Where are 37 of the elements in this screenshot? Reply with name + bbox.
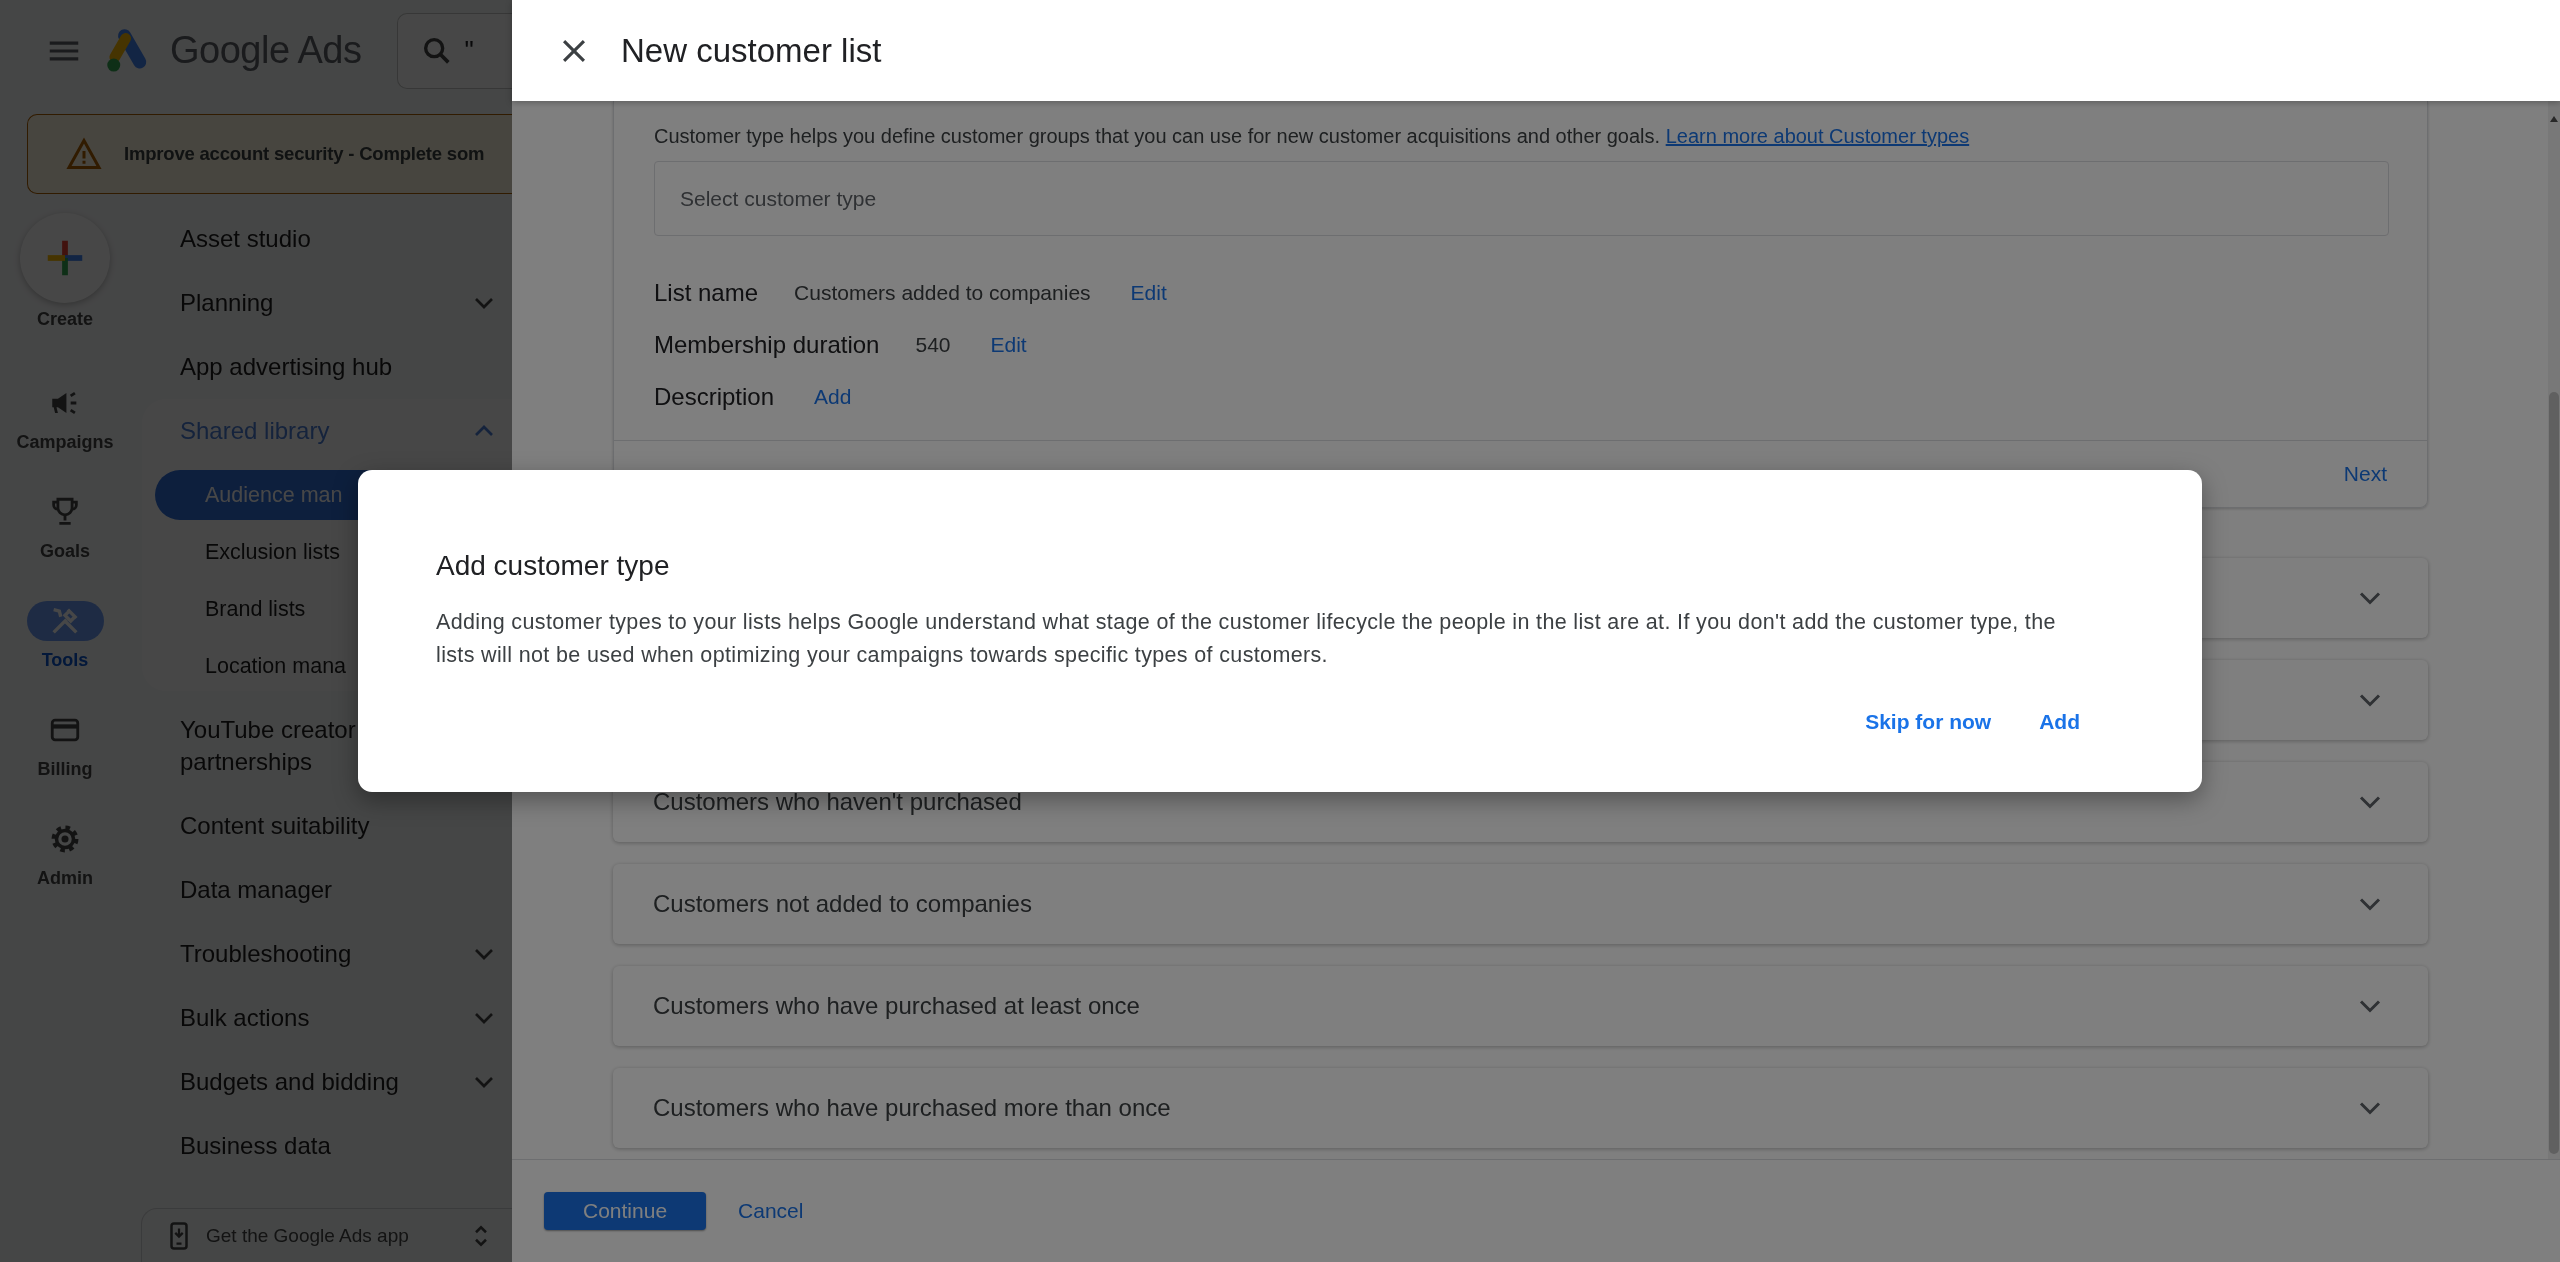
rail-label: Tools [41,649,89,671]
nav-item[interactable]: App advertising hub [130,335,512,399]
nav-item[interactable]: Troubleshooting [130,922,512,986]
search-text: " [464,35,474,66]
detail-label: Membership duration [654,331,880,359]
customer-type-field[interactable]: Select customer type [654,161,2389,236]
detail-label: List name [654,279,759,307]
scrollbar-thumb[interactable] [2549,392,2559,1154]
nav-item[interactable]: Bulk actions [130,986,512,1050]
edit-button[interactable]: Edit [986,327,1031,363]
dialog-action-button[interactable]: Skip for now [1855,702,2002,742]
description-text: Customer type helps you define customer groups that you can use for new customer acquisitions and other goals. Learn more about Customer types [654,124,1971,148]
detail-label: Description [654,383,775,411]
learn-more-link[interactable]: Learn more about Customer types [1665,125,1970,147]
segment-row[interactable]: Customers not added to companies [613,864,2428,944]
nav-item[interactable]: Business data [130,1114,512,1178]
dialog-action-button[interactable]: Add [2029,702,2090,742]
cancel-button[interactable]: Cancel [734,1193,808,1229]
warning-icon [66,136,102,172]
detail-value: Customers added to companies [794,281,1091,305]
nav-item[interactable]: Content suitability [130,794,512,858]
nav-item[interactable]: Planning [130,271,512,335]
segment-row[interactable]: Customers who have purchased more than once [613,1068,2428,1148]
dialog-text: Adding customer types to your lists helps Google understand what stage of the customer lifecycle the people in the list are at. If you don't add the customer type, the lists will not be used when optimizing your campaigns towards specific types of customers. [436,609,2057,669]
nav-item[interactable]: Asset studio [130,207,512,271]
segment-row[interactable]: Customers who have purchased at least once [613,966,2428,1046]
rail-item-button[interactable] [26,601,104,641]
edit-button[interactable]: Edit [1126,275,1171,311]
continue-button[interactable]: Continue [544,1192,707,1230]
edit-button[interactable]: Add [810,379,856,415]
dialog-title: Add customer type [436,549,671,583]
next-button[interactable]: Next [2339,456,2391,492]
panel-title: New customer list [621,31,882,70]
nav-item[interactable]: Data manager [130,858,512,922]
search-field[interactable]: " [397,12,512,89]
nav-item[interactable]: Budgets and bidding [130,1050,512,1114]
detail-value: 540 [915,333,951,357]
